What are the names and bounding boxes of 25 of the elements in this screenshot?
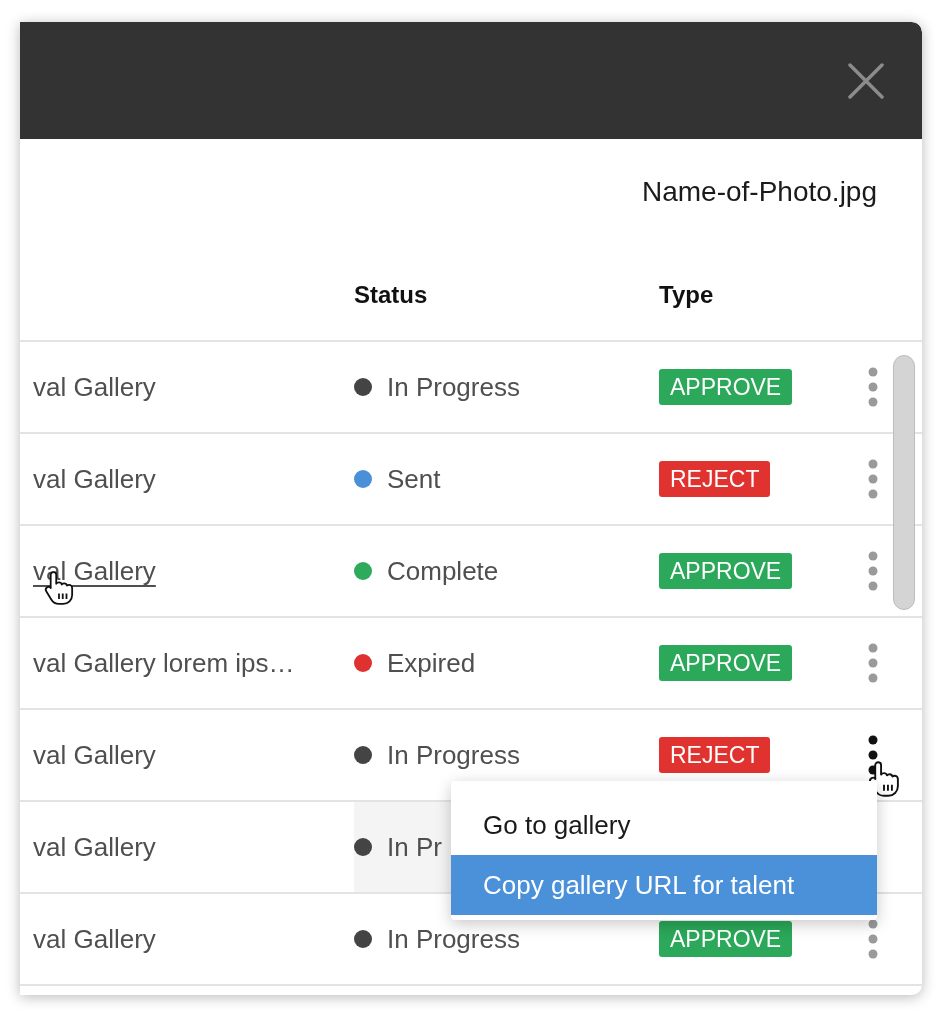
status-label: Sent [387,466,441,492]
type-badge: APPROVE [659,369,793,405]
gallery-name-link[interactable]: val Gallery [33,924,156,954]
gallery-name-link[interactable]: val Gallery lorem ips… [33,648,295,678]
menu-item[interactable]: Go to gallery [451,795,877,855]
gallery-name-link[interactable]: val Gallery [33,464,156,494]
type-badge: APPROVE [659,921,793,957]
status-label: Expired [387,650,476,676]
status-label: In Pr [387,834,442,860]
close-button[interactable] [848,62,884,99]
column-header: Type [659,280,714,309]
status-label: Complete [387,558,499,584]
status-label: In Progress [387,374,520,400]
type-badge: APPROVE [659,553,793,589]
type-badge: REJECT [659,737,771,773]
gallery-name-link[interactable]: val Gallery [33,372,156,402]
type-badge: APPROVE [659,645,793,681]
scrollbar-thumb[interactable] [893,355,915,610]
file-name: Name-of-Photo.jpg [642,176,877,208]
status-label: In Progress [387,926,520,952]
status-label: In Progress [387,742,520,768]
type-badge: REJECT [659,461,771,497]
gallery-name-link[interactable]: val Gallery [33,740,156,770]
gallery-name-link[interactable]: val Gallery [33,832,156,862]
column-header: Status [354,280,428,309]
